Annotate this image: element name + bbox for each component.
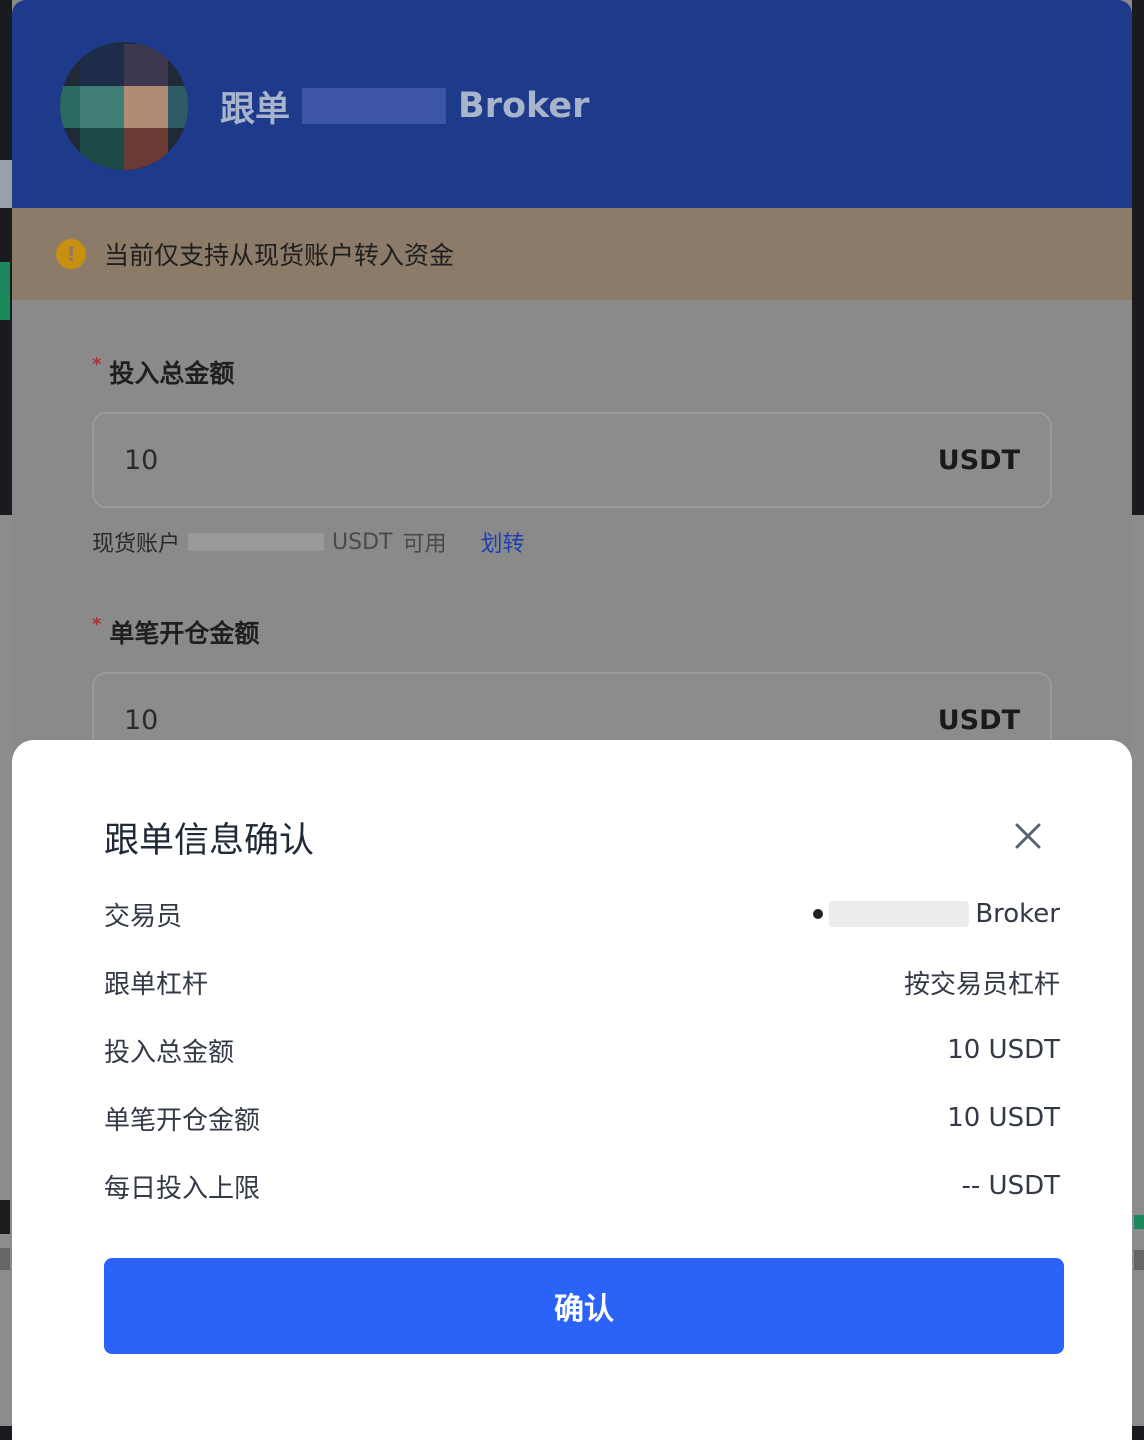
trader-name-suffix: Broker	[975, 899, 1060, 929]
copy-trade-panel: 跟单 Broker ! 当前仅支持从现货账户转入资金 * 投入总金额 10 USD…	[12, 0, 1132, 760]
available-balance-row: 现货账户 USDT 可用 划转	[92, 522, 525, 562]
info-label: 单笔开仓金额	[104, 1105, 261, 1136]
close-button[interactable]	[1008, 816, 1048, 856]
info-label: 交易员	[104, 901, 183, 932]
available-suffix: 可用	[402, 532, 447, 557]
close-icon	[1015, 823, 1041, 849]
redacted-trader-name	[302, 88, 447, 124]
notice-banner: ! 当前仅支持从现货账户转入资金	[12, 208, 1132, 300]
trader-avatar-dot	[813, 909, 824, 919]
available-prefix: 现货账户	[92, 532, 181, 557]
info-row-total-amount: 投入总金额 10 USDT	[104, 1030, 1060, 1070]
transfer-link[interactable]: 划转	[480, 526, 524, 558]
title-suffix: Broker	[458, 86, 590, 126]
info-row-trader: 交易员 Broker	[104, 894, 1060, 934]
warning-circle-icon: !	[56, 239, 86, 269]
required-asterisk: *	[92, 614, 102, 635]
single-amount-label: * 单笔开仓金额	[92, 614, 259, 650]
total-amount-label: * 投入总金额	[92, 354, 234, 390]
background-edge-fragment	[0, 1248, 10, 1270]
title-prefix: 跟单	[220, 89, 291, 130]
background-edge-fragment	[0, 160, 12, 208]
total-amount-label-text: 投入总金额	[109, 359, 235, 388]
single-amount-label-text: 单笔开仓金额	[109, 619, 260, 648]
panel-title: 跟单 Broker	[220, 78, 589, 134]
info-label: 投入总金额	[104, 1037, 235, 1068]
info-row-daily-limit: 每日投入上限 -- USDT	[104, 1166, 1060, 1206]
background-edge-fragment	[1134, 1215, 1144, 1229]
info-row-leverage: 跟单杠杆 按交易员杠杆	[104, 962, 1060, 1002]
info-value: 10 USDT	[947, 1103, 1060, 1133]
total-amount-value: 10	[124, 444, 159, 476]
info-label: 每日投入上限	[104, 1173, 261, 1204]
info-label: 跟单杠杆	[104, 969, 209, 1000]
confirm-dialog: 跟单信息确认 交易员 Broker 跟单杠杆 按交易员杠杆 投入总金额 10 U…	[12, 740, 1132, 1440]
info-row-single-amount: 单笔开仓金额 10 USDT	[104, 1098, 1060, 1138]
info-value: 按交易员杠杆	[903, 969, 1060, 1000]
notice-text: 当前仅支持从现货账户转入资金	[104, 241, 455, 270]
info-value: Broker	[813, 899, 1060, 929]
total-amount-unit: USDT	[937, 444, 1020, 476]
required-asterisk: *	[92, 354, 102, 375]
background-edge-fragment	[1134, 1250, 1144, 1270]
panel-header: 跟单 Broker	[12, 0, 1132, 208]
info-value: 10 USDT	[947, 1035, 1060, 1065]
total-amount-input[interactable]: 10 USDT	[92, 412, 1052, 508]
confirm-button[interactable]: 确认	[104, 1258, 1064, 1354]
redacted-trader-name	[829, 901, 970, 927]
trader-avatar	[60, 42, 188, 170]
background-edge-fragment	[0, 1200, 10, 1234]
dialog-title: 跟单信息确认	[104, 821, 315, 861]
redacted-balance	[188, 533, 325, 551]
background-edge-fragment	[0, 262, 10, 320]
available-unit: USDT	[332, 529, 393, 555]
info-value: -- USDT	[961, 1171, 1060, 1201]
